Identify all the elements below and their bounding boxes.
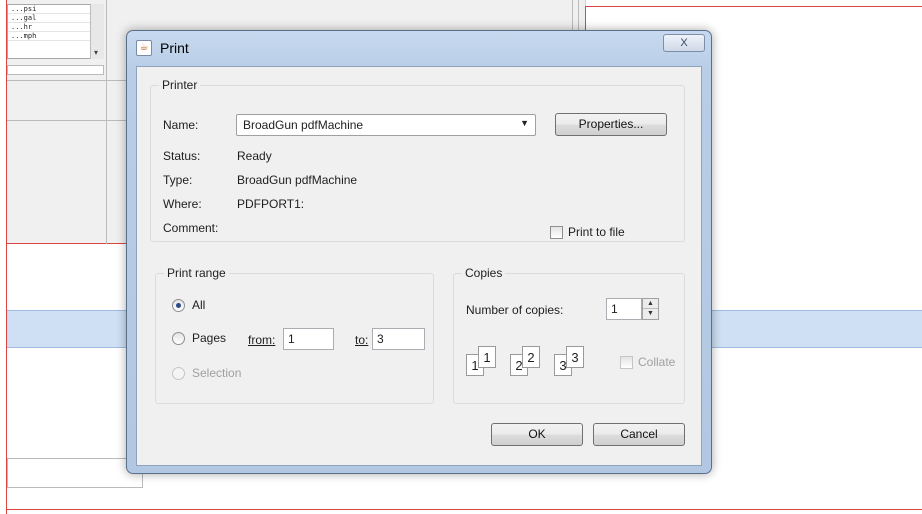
print-to-file-checkbox[interactable] xyxy=(550,226,563,239)
collate-label[interactable]: Collate xyxy=(638,355,675,369)
page-icon: 3 xyxy=(566,346,584,368)
status-value: Ready xyxy=(237,149,272,163)
printer-group-title: Printer xyxy=(159,78,201,92)
units-list-scrollbar[interactable]: ▾ xyxy=(90,4,104,59)
print-range-group: Print range All Pages from: 1 to: 3 Sele… xyxy=(155,266,434,404)
pages-radio[interactable] xyxy=(172,332,185,345)
printer-name-select[interactable]: BroadGun pdfMachine ▼ xyxy=(236,114,536,136)
background-field xyxy=(7,65,104,75)
background-border xyxy=(585,6,922,7)
list-item[interactable]: ...mph xyxy=(8,32,103,41)
to-field[interactable]: 3 xyxy=(372,328,425,350)
copies-group-title: Copies xyxy=(462,266,506,280)
collate-pages-icon: 3 3 xyxy=(554,344,590,378)
print-dialog: ☕ Print X Printer Name: BroadGun pdfMach… xyxy=(126,30,712,474)
background-field xyxy=(7,458,143,488)
name-label-text: Name: xyxy=(163,118,199,132)
all-label[interactable]: All xyxy=(192,298,205,312)
cancel-button[interactable]: Cancel xyxy=(593,423,685,446)
collate-checkbox[interactable] xyxy=(620,356,633,369)
java-cup-icon: ☕ xyxy=(136,40,152,56)
print-range-group-title: Print range xyxy=(164,266,229,280)
background-border xyxy=(6,0,7,514)
to-label: to: xyxy=(355,333,369,347)
dialog-client-area: Printer Name: BroadGun pdfMachine ▼ Prop… xyxy=(136,66,702,466)
all-radio[interactable] xyxy=(172,299,185,312)
from-label: from: xyxy=(248,333,276,347)
selection-radio[interactable] xyxy=(172,367,185,380)
print-to-file-label[interactable]: Print to file xyxy=(568,225,625,239)
printer-name-value: BroadGun pdfMachine xyxy=(243,118,364,132)
name-label: Name: xyxy=(163,118,198,132)
page-icon: 2 xyxy=(522,346,540,368)
from-value: 1 xyxy=(288,332,295,346)
collate-pages-icon: 2 2 xyxy=(510,344,546,378)
ok-button[interactable]: OK xyxy=(491,423,583,446)
chevron-down-icon: ▼ xyxy=(520,118,529,128)
type-value: BroadGun pdfMachine xyxy=(237,173,358,187)
copies-stepper[interactable]: ▲ ▼ xyxy=(642,298,659,320)
type-label: Type: xyxy=(163,173,193,187)
printer-group: Printer Name: BroadGun pdfMachine ▼ Prop… xyxy=(150,78,685,242)
pages-label[interactable]: Pages xyxy=(192,331,226,345)
to-value: 3 xyxy=(377,332,384,346)
number-of-copies-label: Number of copies: xyxy=(466,303,564,317)
where-value: PDFPORT1: xyxy=(237,197,305,211)
dialog-title: Print xyxy=(160,40,189,56)
copies-value: 1 xyxy=(611,302,618,316)
from-field[interactable]: 1 xyxy=(283,328,334,350)
collate-pages-icon: 1 1 xyxy=(466,344,502,378)
close-icon: X xyxy=(680,37,688,49)
copies-group: Copies Number of copies: 1 ▲ ▼ 1 1 2 2 3… xyxy=(453,266,685,404)
list-item[interactable]: ...gal xyxy=(8,14,103,23)
selection-label[interactable]: Selection xyxy=(192,366,241,380)
list-item[interactable]: ...psi xyxy=(8,5,103,14)
properties-button[interactable]: Properties... xyxy=(555,113,667,136)
stepper-down-icon[interactable]: ▼ xyxy=(643,309,658,319)
dialog-titlebar[interactable]: ☕ Print X xyxy=(127,31,711,61)
page-icon: 1 xyxy=(478,346,496,368)
status-label: Status: xyxy=(163,149,201,163)
list-item[interactable]: ...hr xyxy=(8,23,103,32)
chevron-down-icon[interactable]: ▾ xyxy=(94,48,98,57)
close-button[interactable]: X xyxy=(663,34,705,52)
stepper-up-icon[interactable]: ▲ xyxy=(643,299,658,309)
background-border xyxy=(6,509,922,510)
copies-field[interactable]: 1 xyxy=(606,298,642,320)
comment-label: Comment: xyxy=(163,221,219,235)
where-label: Where: xyxy=(163,197,202,211)
background-divider xyxy=(106,0,107,244)
